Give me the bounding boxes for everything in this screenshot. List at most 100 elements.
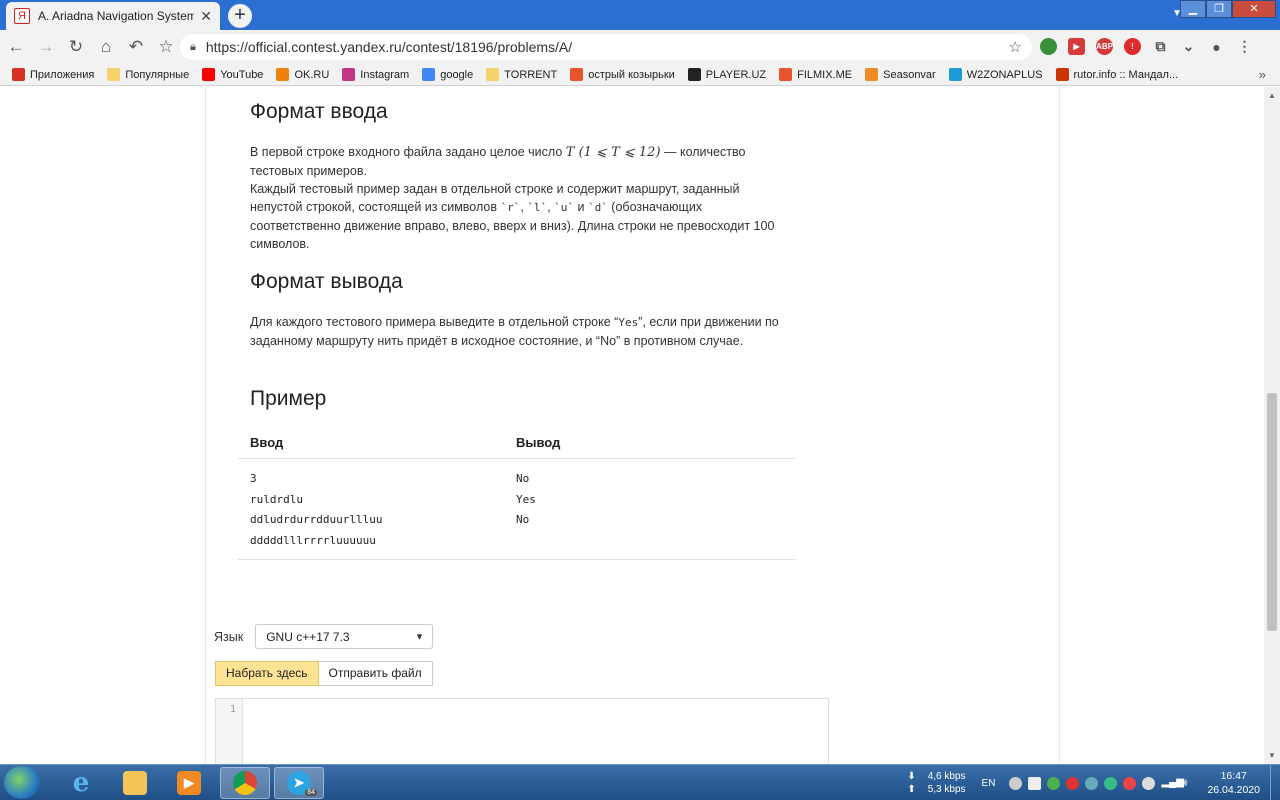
tray-update-icon[interactable] bbox=[1104, 776, 1118, 790]
extension-video-icon[interactable]: ▶ bbox=[1068, 38, 1085, 55]
example-heading: Пример bbox=[250, 387, 327, 410]
example-output[interactable]: No Yes No bbox=[516, 469, 795, 531]
scroll-up-icon[interactable]: ▲ bbox=[1268, 91, 1276, 100]
extension-shield-icon[interactable]: ! bbox=[1124, 38, 1141, 55]
windows-taskbar: e ▶ ➤ 84 ⬇ 4,6 kbps ⬆ 5,3 kbps EN ▂▄▆ 🔊︎ 1… bbox=[0, 764, 1280, 800]
adblock-icon[interactable]: ABP bbox=[1096, 38, 1113, 55]
bookmark-label: PLAYER.UZ bbox=[705, 68, 767, 81]
bookmark-star-icon[interactable]: ☆ bbox=[152, 37, 180, 57]
bookmark-item[interactable]: OK.RU bbox=[276, 68, 329, 81]
bookmark-label: OK.RU bbox=[294, 68, 330, 81]
download-arrow-icon: ⬇ bbox=[907, 771, 916, 782]
browser-toolbar: ← → ↻ ⌂ ↶ ☆ 🔒︎ https://official.contest.… bbox=[0, 30, 1280, 64]
tray-network-drive-icon[interactable] bbox=[1085, 776, 1099, 790]
taskbar-chrome[interactable] bbox=[220, 767, 270, 799]
tray-dashboard-icon[interactable] bbox=[1028, 776, 1042, 790]
forward-arrow-icon[interactable]: → bbox=[32, 37, 60, 57]
output-format-text: Для каждого тестового примера выведите в… bbox=[250, 313, 795, 350]
close-window-button[interactable]: ✕ bbox=[1232, 0, 1276, 18]
page-scrollbar[interactable]: ▲ ▼ bbox=[1264, 87, 1280, 764]
scroll-down-icon[interactable]: ▼ bbox=[1268, 751, 1276, 760]
taskbar-telegram[interactable]: ➤ 84 bbox=[274, 767, 324, 799]
bookmark-item[interactable]: Популярные bbox=[107, 68, 189, 81]
code-editor[interactable]: 1 bbox=[215, 698, 829, 764]
bookmark-label: Seasonvar bbox=[883, 68, 936, 81]
volume-icon[interactable]: 🔊︎ bbox=[1180, 777, 1193, 790]
tray-flag-icon[interactable] bbox=[1123, 776, 1137, 790]
bookmark-item[interactable]: PLAYER.UZ bbox=[687, 68, 767, 81]
taskbar-explorer[interactable] bbox=[110, 767, 160, 799]
bookmark-item[interactable]: W2ZONAPLUS bbox=[948, 68, 1043, 81]
scroll-thumb[interactable] bbox=[1267, 393, 1277, 631]
chevron-down-icon: ▾ bbox=[416, 631, 423, 643]
example-input-header: Ввод bbox=[250, 435, 284, 450]
start-button[interactable] bbox=[4, 766, 40, 799]
tray-antivirus-icon[interactable] bbox=[1066, 776, 1080, 790]
output-text-c: ” в противном случае. bbox=[616, 334, 744, 348]
taskbar-ie[interactable]: e bbox=[56, 767, 106, 799]
bookmark-item[interactable]: TORRENT bbox=[486, 68, 557, 81]
bookmarks-overflow-icon[interactable]: » bbox=[1259, 67, 1266, 82]
line-number: 1 bbox=[229, 704, 236, 715]
player-icon bbox=[687, 68, 701, 81]
new-tab-button[interactable]: + bbox=[228, 4, 252, 28]
example-input[interactable]: 3 ruldrdlu ddludrdurrdduurllluu dddddlll… bbox=[250, 469, 516, 551]
account-icon[interactable]: ● bbox=[1208, 38, 1225, 55]
bookmark-label: FILMIX.ME bbox=[797, 68, 853, 81]
signal-icon[interactable]: ▂▄▆ bbox=[1161, 777, 1183, 790]
clock-date: 26.04.2020 bbox=[1207, 784, 1260, 796]
extension-globe-icon[interactable] bbox=[1040, 38, 1057, 55]
input-language[interactable]: EN bbox=[982, 778, 996, 789]
upload-arrow-icon: ⬆ bbox=[907, 784, 916, 795]
tray-app-icon[interactable] bbox=[1009, 776, 1023, 790]
language-row: Язык GNU c++17 7.3 ▾ bbox=[214, 624, 434, 649]
tab-send-file[interactable]: Отправить файл bbox=[318, 661, 433, 686]
tab-close-icon[interactable]: ✕ bbox=[200, 8, 212, 25]
tab-active[interactable]: Я A. Ariadna Navigation System — ✕ bbox=[6, 2, 220, 30]
bookmark-label: Приложения bbox=[30, 68, 95, 81]
tab-title: A. Ariadna Navigation System — bbox=[38, 9, 195, 23]
url-text[interactable]: https://official.contest.yandex.ru/conte… bbox=[206, 39, 1009, 55]
example-table-header: Ввод Вывод bbox=[238, 427, 795, 459]
yes-literal: Yes bbox=[618, 316, 639, 329]
language-select[interactable]: GNU c++17 7.3 ▾ bbox=[255, 624, 434, 649]
bookmark-label: TORRENT bbox=[504, 68, 558, 81]
maximize-button[interactable]: ❐ bbox=[1206, 0, 1232, 18]
bookmark-page-star-icon[interactable]: ☆ bbox=[1009, 38, 1022, 56]
home-icon[interactable]: ⌂ bbox=[92, 37, 120, 57]
bookmark-item[interactable]: rutor.info :: Мандал... bbox=[1055, 68, 1179, 81]
menu-kebab-icon[interactable]: ⋮ bbox=[1236, 38, 1253, 55]
bookmark-item[interactable]: FILMIX.ME bbox=[779, 68, 852, 81]
bookmark-item[interactable]: Seasonvar bbox=[865, 68, 936, 81]
minimize-button[interactable]: ▁ bbox=[1180, 0, 1206, 18]
bookmark-label: W2ZONAPLUS bbox=[966, 68, 1043, 81]
taskbar-media-player[interactable]: ▶ bbox=[164, 767, 214, 799]
pocket-icon[interactable]: ⌄ bbox=[1180, 38, 1197, 55]
bookmark-item[interactable]: YouTube bbox=[202, 68, 263, 81]
filmix-icon bbox=[779, 68, 793, 81]
reload-icon[interactable]: ↻ bbox=[62, 37, 90, 57]
clock[interactable]: 16:47 26.04.2020 bbox=[1207, 769, 1260, 797]
tray-chrome-icon[interactable] bbox=[1047, 776, 1061, 790]
editor-gutter: 1 bbox=[216, 699, 243, 764]
bookmark-label: rutor.info :: Мандал... bbox=[1073, 68, 1179, 81]
bookmark-item[interactable]: Приложения bbox=[12, 68, 94, 81]
instagram-icon bbox=[342, 68, 356, 81]
back-arrow-icon[interactable]: ← bbox=[2, 37, 30, 57]
address-bar[interactable]: 🔒︎ https://official.contest.yandex.ru/co… bbox=[180, 34, 1032, 60]
bookmark-item[interactable]: острый козырьки bbox=[570, 68, 675, 81]
net-up: 5,3 kbps bbox=[927, 784, 966, 795]
tab-type-here[interactable]: Набрать здесь bbox=[215, 661, 319, 686]
undo-icon[interactable]: ↶ bbox=[122, 37, 150, 57]
crop-icon[interactable]: ⧉ bbox=[1152, 38, 1169, 55]
tray-bluetooth-icon[interactable] bbox=[1142, 776, 1156, 790]
folder-icon bbox=[123, 771, 147, 795]
internet-explorer-icon: e bbox=[72, 768, 90, 798]
output-format-heading: Формат вывода bbox=[250, 270, 403, 293]
sep-3: и bbox=[574, 200, 588, 214]
page-viewport: Формат ввода В первой строке входного фа… bbox=[0, 87, 1280, 764]
bookmark-item[interactable]: google bbox=[422, 68, 473, 81]
example-table-body: 3 ruldrdlu ddludrdurrdduurllluu dddddlll… bbox=[238, 459, 795, 560]
show-desktop-button[interactable] bbox=[1270, 765, 1280, 800]
bookmark-item[interactable]: Instagram bbox=[342, 68, 409, 81]
